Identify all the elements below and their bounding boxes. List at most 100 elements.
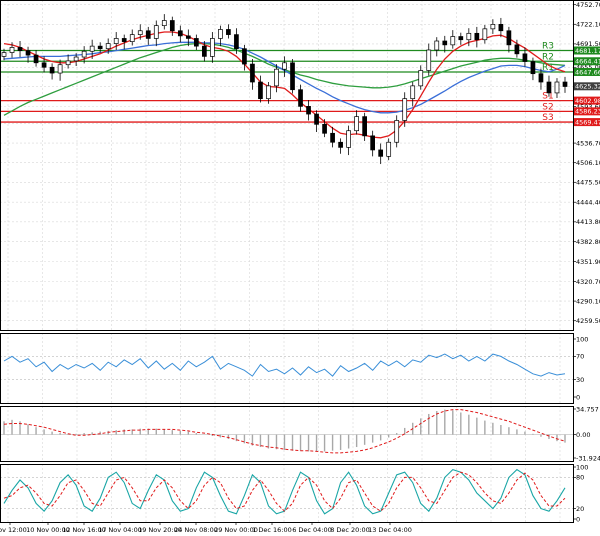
level-label-r2: R2 — [542, 52, 554, 62]
price-y-tick-label: 4444.40 — [576, 199, 600, 207]
candle-body — [274, 68, 279, 87]
candle-body — [105, 43, 111, 50]
price-y-tick-label: 4413.80 — [576, 218, 600, 226]
candle-body — [298, 89, 303, 107]
y-axis-labels: 4752.704722.104691.504655.004625.324593.… — [573, 1, 600, 523]
candle-body — [322, 123, 327, 134]
candle-body — [562, 81, 568, 87]
candle-body — [410, 85, 416, 100]
candle-body — [346, 130, 351, 148]
candle-body — [49, 66, 55, 74]
rsi-y-tick-label: 100 — [576, 335, 588, 343]
x-tick-label: 17 Nov 04:00 — [98, 526, 142, 534]
candle-body — [266, 85, 271, 100]
grid — [0, 0, 573, 522]
macd-y-tick-label: 34.757 — [576, 405, 599, 413]
x-tick-label: 8 Dec 20:00 — [330, 526, 370, 534]
candle-body — [370, 135, 376, 151]
level-badge-value-s3: 4569.47 — [575, 118, 600, 126]
candle-body — [65, 60, 71, 66]
candle-body — [354, 116, 359, 132]
candle-body — [57, 64, 63, 74]
level-label-r3: R3 — [542, 42, 554, 52]
price-y-tick-label: 4536.70 — [576, 139, 600, 147]
candle-body — [450, 36, 456, 46]
candle-body — [386, 141, 392, 157]
candle-body — [202, 45, 207, 57]
price-y-tick-label: 4259.50 — [576, 317, 600, 325]
price-y-tick-label: 4506.10 — [576, 159, 600, 167]
candle-body — [466, 32, 472, 41]
candle-body — [506, 30, 512, 46]
level-badge-value-r1: 4647.66 — [575, 68, 600, 76]
level-badge-value-r2: 4664.41 — [575, 58, 600, 66]
candle-body — [234, 34, 239, 50]
stoch-d-line — [3, 471, 566, 512]
candle-body — [97, 45, 103, 50]
candle-body — [378, 149, 384, 157]
stoch-y-tick-label: 0 — [576, 515, 580, 523]
macd-y-tick-label: -31.924 — [576, 454, 600, 462]
x-tick-label: 13 Dec 04:00 — [368, 526, 412, 534]
candle-body — [442, 40, 448, 46]
chart-canvas: R3R2R1S1S2S3 4752.704722.104691.504655.0… — [0, 0, 600, 534]
candle-body — [177, 30, 183, 37]
candle-body — [218, 29, 223, 39]
level-badge-value-s2: 4586.23 — [575, 108, 600, 116]
candle-body — [290, 62, 295, 91]
candle-body — [33, 54, 39, 64]
rsi-y-tick-label: 70 — [576, 353, 584, 361]
candle-body — [17, 47, 23, 51]
candle-body — [161, 20, 167, 26]
candle-body — [514, 44, 520, 55]
candle-body — [314, 113, 319, 125]
price-y-tick-label: 4290.10 — [576, 297, 600, 305]
candle-body — [522, 53, 528, 62]
panel-frame-stoch — [0, 464, 574, 523]
candle-body — [258, 81, 263, 100]
current-price-value: 4625.32 — [575, 83, 600, 91]
candle-body — [362, 116, 367, 137]
price-y-tick-label: 4351.90 — [576, 258, 600, 266]
candle-body — [137, 30, 143, 35]
candle-body — [306, 106, 311, 115]
candle-body — [554, 81, 560, 94]
candle-body — [498, 23, 504, 32]
candle-body — [81, 50, 87, 58]
panel-frame-rsi — [0, 333, 574, 404]
macd-y-tick-label: 0.00 — [576, 431, 590, 439]
level-label-s3: S3 — [542, 113, 553, 123]
candle-body — [250, 63, 255, 83]
trading-chart: R3R2R1S1S2S3 4752.704722.104691.504655.0… — [0, 0, 600, 536]
stoch-y-tick-label: 100 — [576, 463, 588, 471]
candle-body — [73, 56, 79, 62]
panel-frame-macd — [0, 406, 574, 462]
x-tick-label: Nov 12:00 — [0, 526, 27, 534]
candle-body — [25, 50, 31, 56]
candle-body — [89, 45, 95, 52]
candle-body — [9, 47, 15, 53]
price-y-tick-label: 4752.70 — [576, 1, 600, 9]
candle-body — [434, 40, 440, 51]
candle-body — [282, 62, 287, 70]
price-y-tick-label: 4382.80 — [576, 238, 600, 246]
candle-body — [330, 132, 335, 143]
candle-body — [242, 48, 247, 65]
price-y-tick-label: 4475.50 — [576, 179, 600, 187]
candle-body — [41, 62, 47, 68]
candle-body — [153, 25, 159, 39]
x-axis-labels: Nov 12:0010 Nov 00:0012 Nov 16:0017 Nov … — [0, 522, 412, 534]
indicators — [3, 353, 566, 515]
level-label-s2: S2 — [542, 102, 553, 112]
price-y-tick-label: 4320.70 — [576, 278, 600, 286]
candle-body — [226, 29, 231, 35]
x-tick-label: 6 Dec 04:00 — [292, 526, 332, 534]
rsi-y-tick-label: 0 — [576, 393, 580, 401]
candle-body — [418, 70, 424, 87]
stoch-k-line — [3, 468, 566, 515]
candle-body — [482, 28, 488, 41]
candle-body — [426, 49, 432, 71]
candle-body — [113, 38, 119, 44]
price-y-tick-label: 4722.10 — [576, 21, 600, 29]
candle-body — [210, 38, 215, 57]
